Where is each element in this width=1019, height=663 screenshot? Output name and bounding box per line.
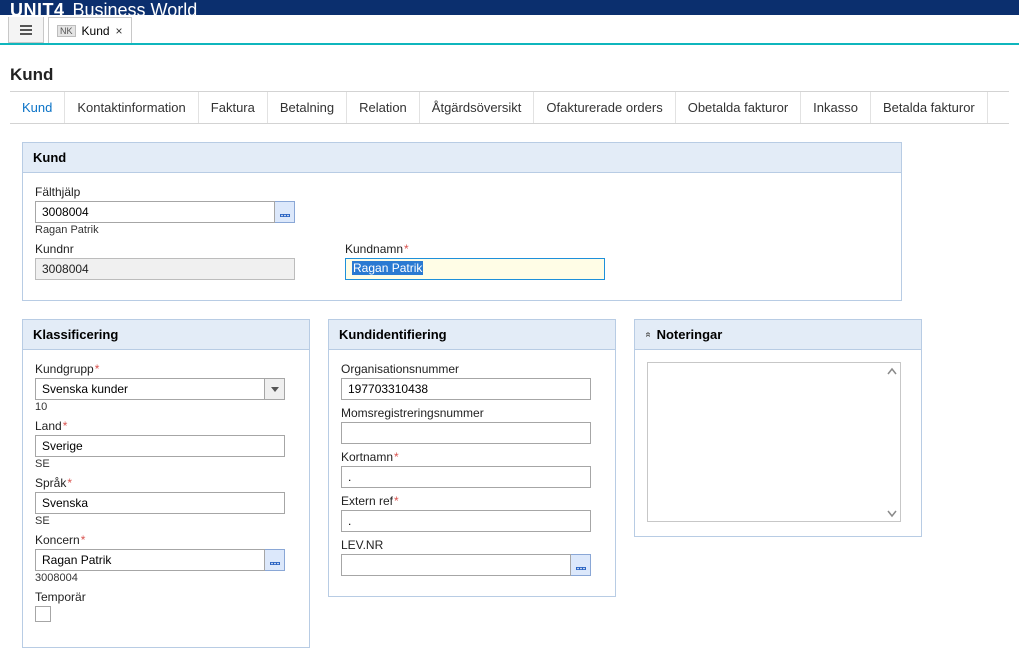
subtab-relation[interactable]: Relation — [347, 92, 420, 123]
subtab-faktura[interactable]: Faktura — [199, 92, 268, 123]
panel-kund-body: Fälthjälp Ragan Patrik — [23, 173, 901, 300]
subtab-betalning[interactable]: Betalning — [268, 92, 347, 123]
panel-kundidentifiering: Kundidentifiering Organisationsnummer Mo… — [328, 319, 616, 597]
subtab-betalda-fakturor[interactable]: Betalda fakturor — [871, 92, 988, 123]
subtab-ofakturerade-orders[interactable]: Ofakturerade orders — [534, 92, 675, 123]
subtab-inkasso[interactable]: Inkasso — [801, 92, 871, 123]
lookup-icon — [280, 207, 290, 217]
levnr-input[interactable] — [341, 554, 571, 576]
notes-scrollbar[interactable] — [883, 363, 900, 521]
main-menu-button[interactable] — [8, 17, 44, 43]
panel-klassificering-header: Klassificering — [23, 320, 309, 350]
app-title-bold: UNIT4 — [10, 0, 65, 15]
label-orgnr: Organisationsnummer — [341, 362, 603, 376]
lookup-icon — [576, 560, 586, 570]
faelthjaelp-subtext: Ragan Patrik — [35, 224, 889, 236]
label-land: Land — [35, 419, 297, 433]
hamburger-icon — [19, 23, 33, 37]
chevron-down-icon — [271, 385, 279, 393]
faelthjaelp-combo — [35, 201, 295, 223]
panel-kund: Kund Fälthjälp — [22, 142, 902, 301]
panel-kund-header: Kund — [23, 143, 901, 173]
kortnamn-input[interactable] — [341, 466, 591, 488]
label-faelthjaelp: Fälthjälp — [35, 185, 889, 199]
label-levnr: LEV.NR — [341, 538, 603, 552]
sprak-input[interactable] — [35, 492, 285, 514]
orgnr-input[interactable] — [341, 378, 591, 400]
scroll-up-icon[interactable] — [883, 363, 900, 380]
content-area: Kund Kund Kontaktinformation Faktura Bet… — [0, 45, 1019, 648]
panel-kundidentifiering-header: Kundidentifiering — [329, 320, 615, 350]
subtab-kund[interactable]: Kund — [10, 92, 65, 123]
document-tabstrip: NK Kund × — [0, 15, 1019, 45]
temporar-checkbox[interactable] — [35, 606, 51, 622]
page-title: Kund — [10, 65, 1009, 91]
document-tab-kund[interactable]: NK Kund × — [48, 17, 132, 43]
label-kundnr: Kundnr — [35, 242, 295, 256]
lookup-icon — [270, 555, 280, 565]
panel-noteringar: « Noteringar — [634, 319, 922, 537]
kundnamn-input[interactable]: Ragan Patrik — [345, 258, 605, 280]
label-externref: Extern ref — [341, 494, 603, 508]
close-icon[interactable]: × — [116, 24, 123, 38]
field-faelthjaelp: Fälthjälp Ragan Patrik — [35, 185, 889, 236]
faelthjaelp-input[interactable] — [35, 201, 275, 223]
kundgrupp-subtext: 10 — [35, 401, 297, 413]
collapse-icon[interactable]: « — [642, 332, 653, 338]
koncern-lookup-button[interactable] — [265, 549, 285, 571]
koncern-subtext: 3008004 — [35, 572, 297, 584]
subtab-strip: Kund Kontaktinformation Faktura Betalnin… — [10, 91, 1009, 124]
label-kundnamn: Kundnamn — [345, 242, 605, 256]
kundnr-input — [35, 258, 295, 280]
moms-input[interactable] — [341, 422, 591, 444]
subtab-kontaktinformation[interactable]: Kontaktinformation — [65, 92, 198, 123]
subtab-atgardsoversikt[interactable]: Åtgärdsöversikt — [420, 92, 535, 123]
panel-noteringar-title: Noteringar — [657, 327, 723, 342]
land-subtext: SE — [35, 458, 297, 470]
koncern-input[interactable] — [35, 549, 265, 571]
label-kundgrupp: Kundgrupp — [35, 362, 297, 376]
kundgrupp-select[interactable] — [35, 378, 265, 400]
subtab-obetalda-fakturor[interactable]: Obetalda fakturor — [676, 92, 801, 123]
kundnamn-value: Ragan Patrik — [352, 261, 423, 275]
label-temporar: Temporär — [35, 590, 297, 604]
label-koncern: Koncern — [35, 533, 297, 547]
label-moms: Momsregistreringsnummer — [341, 406, 603, 420]
panel-klassificering: Klassificering Kundgrupp 10 Land — [22, 319, 310, 648]
app-title-light: Business World — [73, 0, 198, 15]
sprak-subtext: SE — [35, 515, 297, 527]
form-area: Kund Fälthjälp — [10, 124, 1009, 648]
label-kortnamn: Kortnamn — [341, 450, 603, 464]
land-input[interactable] — [35, 435, 285, 457]
kundgrupp-dropdown-button[interactable] — [265, 378, 285, 400]
label-sprak: Språk — [35, 476, 297, 490]
notes-textarea[interactable] — [647, 362, 901, 522]
document-tab-badge: NK — [57, 25, 76, 37]
app-topbar: UNIT4 Business World — [0, 0, 1019, 15]
field-kundnamn: Kundnamn Ragan Patrik — [345, 242, 605, 280]
panel-noteringar-header: « Noteringar — [635, 320, 921, 350]
scroll-down-icon[interactable] — [883, 504, 900, 521]
faelthjaelp-lookup-button[interactable] — [275, 201, 295, 223]
levnr-lookup-button[interactable] — [571, 554, 591, 576]
field-kundnr: Kundnr — [35, 242, 295, 280]
externref-input[interactable] — [341, 510, 591, 532]
document-tab-label: Kund — [82, 24, 110, 38]
